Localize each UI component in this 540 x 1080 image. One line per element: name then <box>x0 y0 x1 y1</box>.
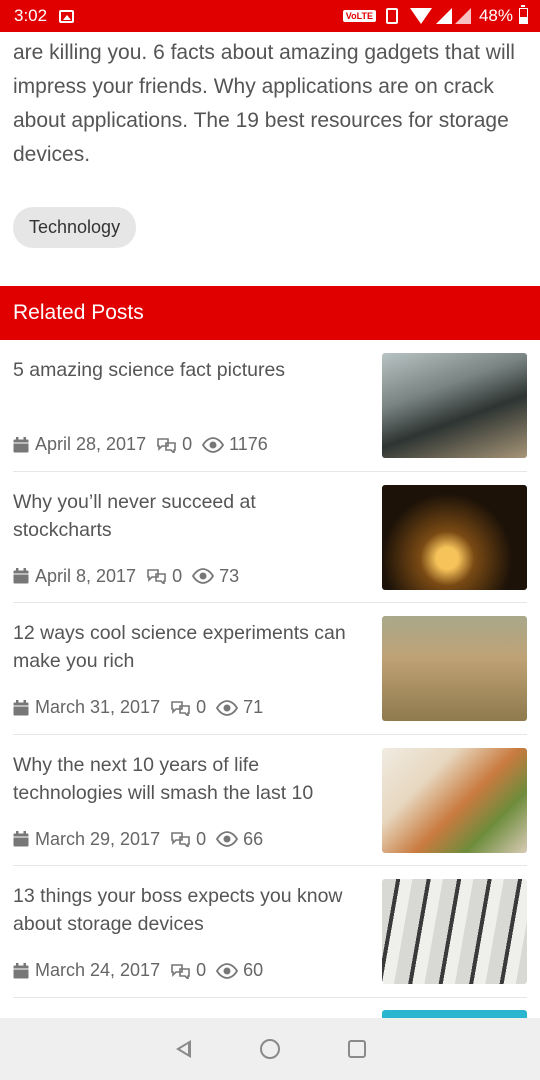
recents-icon <box>347 1040 366 1058</box>
related-posts-list: 5 amazing science fact pictures April 28… <box>0 340 540 998</box>
list-item[interactable]: 12 ways cool science experiments can mak… <box>13 603 527 735</box>
signal-icon <box>454 8 471 24</box>
post-thumbnail[interactable] <box>382 747 527 853</box>
status-time: 3:02 <box>14 6 48 25</box>
post-comments: 0 <box>196 828 207 849</box>
post-date: March 31, 2017 <box>35 697 161 717</box>
comment-icon <box>171 832 190 847</box>
post-thumbnail[interactable] <box>382 1010 527 1018</box>
post-comments: 0 <box>196 960 207 980</box>
article-body: are killing you. 6 facts about amazing g… <box>0 32 540 182</box>
post-thumbnail[interactable] <box>382 616 527 721</box>
comment-icon <box>147 569 166 584</box>
calendar-icon <box>13 962 29 978</box>
navigation-bar <box>0 1018 540 1080</box>
comment-icon <box>171 700 190 716</box>
post-thumbnail[interactable] <box>382 353 527 458</box>
battery-percent: 48% <box>478 6 513 25</box>
recents-button[interactable] <box>344 1036 370 1062</box>
post-meta: March 31, 2017 0 71 <box>13 697 263 718</box>
post-views: 73 <box>219 565 240 586</box>
post-views: 1176 <box>229 434 268 454</box>
signal-icon <box>435 8 452 24</box>
wifi-icon <box>409 8 432 24</box>
list-item[interactable]: Why the next 10 years of life technologi… <box>13 735 527 866</box>
post-title[interactable]: Why you’ll never succeed at stockcharts <box>13 488 353 544</box>
battery-icon <box>519 5 528 24</box>
post-title[interactable]: 5 amazing science fact pictures <box>13 356 353 384</box>
post-thumbnail[interactable] <box>382 879 527 984</box>
post-date: April 8, 2017 <box>35 565 137 586</box>
eye-icon <box>216 699 239 716</box>
eye-icon <box>216 831 239 847</box>
home-button[interactable] <box>257 1036 283 1062</box>
list-item[interactable]: 13 things your boss expects you know abo… <box>13 866 527 998</box>
back-icon <box>175 1040 191 1058</box>
comment-icon <box>157 437 176 453</box>
post-date: March 29, 2017 <box>35 828 161 849</box>
post-comments: 0 <box>182 434 193 454</box>
post-meta: March 29, 2017 0 66 <box>13 829 263 850</box>
post-views: 60 <box>243 960 264 980</box>
image-icon <box>59 9 75 23</box>
comment-icon <box>171 963 190 979</box>
eye-icon <box>202 436 225 453</box>
post-meta: April 8, 2017 0 73 <box>13 566 239 587</box>
post-comments: 0 <box>172 565 183 586</box>
post-date: April 28, 2017 <box>35 434 147 454</box>
volte-badge: VoLTE <box>342 10 376 22</box>
tag-chip[interactable]: Technology <box>13 207 137 248</box>
calendar-icon <box>13 568 29 584</box>
vibrate-icon <box>385 8 398 24</box>
related-posts-title: Related Posts <box>13 301 144 324</box>
post-meta: April 28, 2017 0 1176 <box>13 434 268 455</box>
list-item[interactable]: Why you’ll never succeed at stockcharts … <box>13 472 527 603</box>
article-text: are killing you. 6 facts about amazing g… <box>13 41 515 166</box>
related-posts-header: Related Posts <box>0 286 540 340</box>
post-meta: March 24, 2017 0 60 <box>13 960 263 981</box>
eye-icon <box>192 568 215 584</box>
status-bar: 3:02 VoLTE 48% <box>0 0 540 32</box>
post-date: March 24, 2017 <box>35 960 161 980</box>
post-title[interactable]: 13 things your boss expects you know abo… <box>13 882 353 938</box>
calendar-icon <box>13 699 29 715</box>
back-button[interactable] <box>170 1036 196 1062</box>
list-item[interactable]: 5 amazing science fact pictures April 28… <box>13 340 527 472</box>
post-thumbnail[interactable] <box>382 484 527 590</box>
post-views: 71 <box>243 697 264 717</box>
post-comments: 0 <box>196 697 207 717</box>
post-title[interactable]: Why the next 10 years of life technologi… <box>13 751 353 807</box>
calendar-icon <box>13 831 29 847</box>
home-icon <box>259 1039 280 1059</box>
post-views: 66 <box>243 828 264 849</box>
calendar-icon <box>13 436 29 452</box>
eye-icon <box>216 962 239 979</box>
post-title[interactable]: 12 ways cool science experiments can mak… <box>13 619 353 675</box>
